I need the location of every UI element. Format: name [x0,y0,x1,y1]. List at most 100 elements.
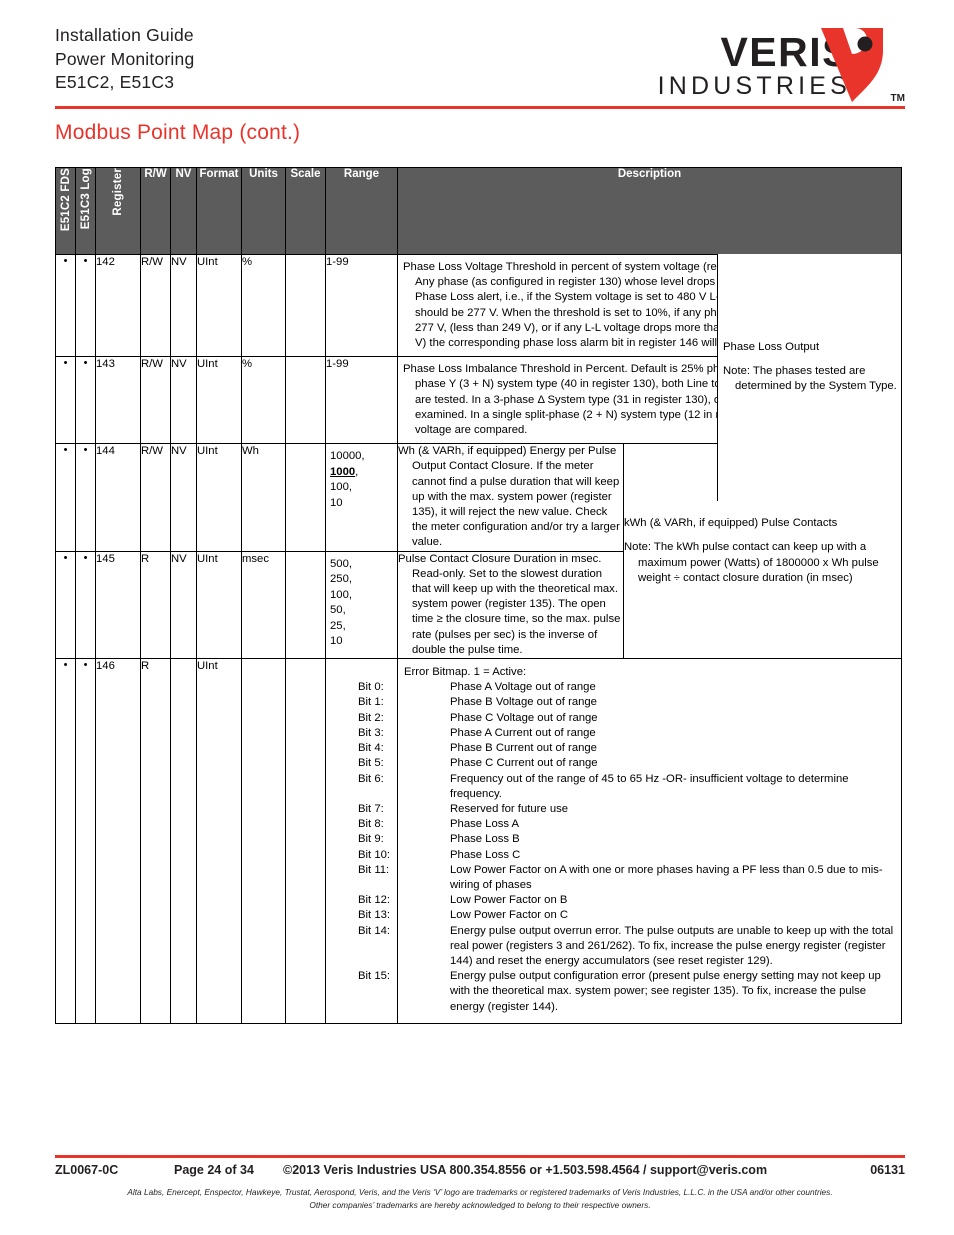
modbus-point-map-table-continued: • • 144 R/W NV UInt Wh 10000, 1000, 100, 10… [55,443,902,1024]
error-bitmap-bit-label: Bit 9: [358,833,384,846]
table-header-row: E51C2 FDS E51C3 Log Register R/W NV Form… [55,167,902,255]
range-value: 25, [330,619,346,632]
error-bitmap-entry: Bit 10: Phase Loss C [358,848,895,863]
error-bitmap-bit-text: Low Power Factor on B [450,894,568,907]
error-bitmap-bit-text: Energy pulse output overrun error. The p… [450,924,894,967]
cell-register: 146 [95,658,141,1024]
column-header-description: Description [397,167,902,255]
error-bitmap-entry: Bit 4: Phase B Current out of range [358,741,895,756]
cell-scale [285,658,326,1024]
footer-document-number: ZL0067-0C [55,1163,119,1177]
cell-rw: R [140,658,171,1024]
error-bitmap-entry: Bit 12: Low Power Factor on B [358,893,895,908]
page-header: Installation Guide Power Monitoring E51C… [55,24,905,104]
cell-register: 142 [95,253,141,358]
cell-scale [285,253,326,358]
veris-industries-logo: VERIS INDUSTRIES TM [643,28,905,106]
error-bitmap-bit-label: Bit 8: [358,818,384,831]
error-bitmap-bit-text: Energy pulse output configuration error … [450,970,881,1013]
error-bitmap-bit-label: Bit 13: [358,909,391,922]
range-value: 10 [330,635,343,648]
cell-register: 143 [95,356,141,445]
cell-e51c2-fds: • [55,550,76,660]
footer-code: 06131 [870,1163,905,1177]
document-title-block: Installation Guide Power Monitoring E51C… [55,24,194,95]
cell-range: 500, 250, 100, 50, 25, 10 [325,550,398,660]
error-bitmap-entry: Bit 13: Low Power Factor on C [358,908,895,923]
description-text: Pulse Contact Closure Duration in msec. … [398,552,621,656]
error-bitmap-bit-label: Bit 12: [358,894,391,907]
error-bitmap-bit-label: Bit 4: [358,742,384,755]
cell-rw: R/W [140,356,171,445]
error-bitmap-entry: Bit 8: Phase Loss A [358,817,895,832]
error-bitmap-bit-text: Low Power Factor on C [450,909,569,922]
error-bitmap-bit-label: Bit 6: [358,772,384,785]
cell-register: 144 [95,443,141,552]
range-value-list: 500, 250, 100, 50, 25, 10 [330,557,394,650]
document-page: Installation Guide Power Monitoring E51C… [0,0,954,1235]
cell-error-bitmap: Error Bitmap. 1 = Active: Bit 0: Phase A … [358,658,902,1024]
cell-format: UInt [196,658,242,1024]
cell-e51c3-log: • [75,356,96,445]
error-bitmap-bit-text: Phase A Current out of range [450,726,596,739]
error-bitmap-bit-label: Bit 15: [358,970,391,983]
column-header-e51c3-log: E51C3 Log [75,167,96,255]
logo-wordmark-industries: INDUSTRIES [657,72,851,100]
modbus-point-map-table-wrapper: E51C2 FDS E51C3 Log Register R/W NV Form… [55,167,902,1024]
pulse-contacts-title: kWh (& VARh, if equipped) Pulse Contacts [624,517,838,530]
cell-nv: NV [170,443,197,552]
cell-e51c2-fds: • [55,356,76,445]
footer-legal-line-2: Other companies’ trademarks are hereby a… [309,1199,651,1210]
column-header-register: Register [95,167,141,255]
range-value: 1000, [330,465,359,478]
range-value: 250, [330,573,352,586]
error-bitmap-bit-label: Bit 5: [358,757,384,770]
footer-page-number: Page 24 of 34 [174,1163,254,1177]
error-bitmap-bit-label: Bit 3: [358,726,384,739]
error-bitmap-entry: Bit 11: Low Power Factor on A with one or… [358,863,895,893]
error-bitmap-bit-text: Low Power Factor on A with one or more p… [450,863,883,891]
error-bitmap-list: Bit 0: Phase A Voltage out of range Bit 1:… [358,680,895,1015]
error-bitmap-bit-label: Bit 0: [358,681,384,694]
cell-rw: R [140,550,171,660]
column-header-units: Units [241,167,286,255]
error-bitmap-entry: Bit 3: Phase A Current out of range [358,726,895,741]
cell-register: 145 [95,550,141,660]
page-footer: ZL0067-0C Page 24 of 34 ©2013 Veris Indu… [55,1163,905,1211]
column-header-nv: NV [170,167,197,255]
error-bitmap-bit-label: Bit 10: [358,848,391,861]
error-bitmap-bit-text: Frequency out of the range of 45 to 65 H… [450,772,849,800]
error-bitmap-bit-text: Phase A Voltage out of range [450,681,596,694]
error-bitmap-entry: Bit 9: Phase Loss B [358,832,895,847]
cell-units: msec [241,550,286,660]
error-bitmap-bit-label: Bit 7: [358,802,384,815]
range-value: 50, [330,604,346,617]
cell-format: UInt [196,356,242,445]
error-bitmap-bit-text: Phase Loss A [450,818,520,831]
cell-format: UInt [196,550,242,660]
error-bitmap-bit-label: Bit 14: [358,924,391,937]
cell-nv: NV [170,356,197,445]
range-value: 10000, [330,450,365,463]
description-text: Wh (& VARh, if equipped) Energy per Puls… [398,445,620,549]
logo-wordmark-veris: VERIS [720,29,851,75]
cell-scale [285,443,326,552]
column-header-rw: R/W [140,167,171,255]
cell-nv: NV [170,550,197,660]
cell-e51c2-fds: • [55,443,76,552]
page-title: Modbus Point Map (cont.) [55,121,301,144]
cell-e51c3-log: • [75,443,96,552]
pulse-contacts-note: Note: The kWh pulse contact can keep up … [624,541,879,584]
phase-loss-output-note-overlay: Phase Loss Output Note: The phases teste… [717,254,901,501]
error-bitmap-heading: Error Bitmap. 1 = Active: [404,666,527,679]
error-bitmap-bit-label: Bit 2: [358,711,384,724]
range-value: 100, [330,481,352,494]
cell-scale [285,356,326,445]
error-bitmap-entry: Bit 15: Energy pulse output configuration… [358,969,895,1015]
cell-nv: NV [170,253,197,358]
logo-trademark-symbol: TM [890,93,905,104]
range-value-list: 10000, 1000, 100, 10 [330,449,394,511]
cell-e51c3-log: • [75,253,96,358]
column-header-format: Format [196,167,242,255]
cell-e51c3-log: • [75,658,96,1024]
